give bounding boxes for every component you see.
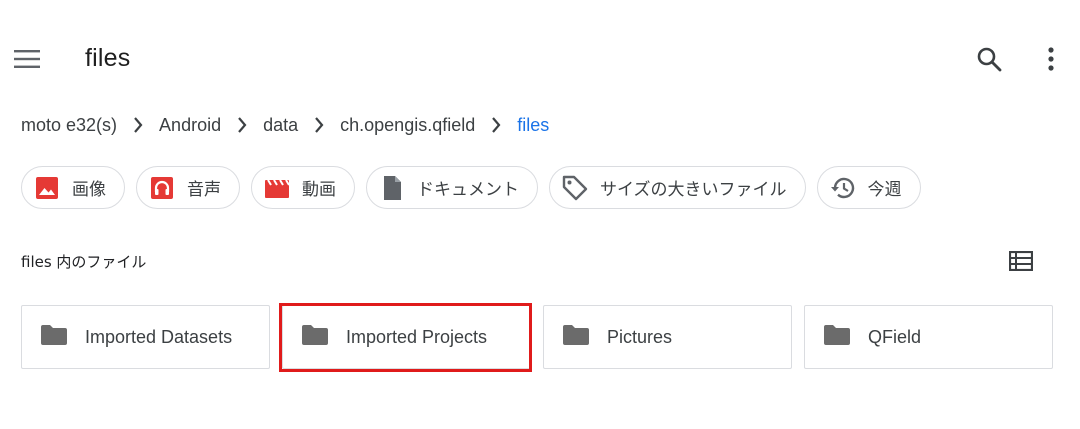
- tag-icon: [562, 175, 588, 201]
- breadcrumb-item-android[interactable]: Android: [159, 115, 221, 136]
- folder-icon: [823, 324, 851, 350]
- chip-this-week[interactable]: 今週: [816, 166, 921, 209]
- folder-pictures[interactable]: Pictures: [543, 305, 792, 369]
- breadcrumb-item-device[interactable]: moto e32(s): [21, 115, 117, 136]
- folder-label: Imported Datasets: [85, 326, 233, 347]
- breadcrumb-item-data[interactable]: data: [263, 115, 298, 136]
- breadcrumb-item-files[interactable]: files: [517, 115, 549, 136]
- folder-label: QField: [868, 326, 922, 347]
- folder-imported-projects[interactable]: Imported Projects: [282, 305, 531, 369]
- hamburger-menu-icon[interactable]: [10, 42, 44, 76]
- list-view-icon[interactable]: [1004, 244, 1038, 278]
- image-icon: [34, 175, 60, 201]
- search-icon[interactable]: [972, 42, 1006, 76]
- movie-icon: [264, 175, 290, 201]
- chip-audio[interactable]: 音声: [136, 166, 240, 209]
- chevron-right-icon: [117, 110, 159, 140]
- top-app-bar: files: [0, 30, 1080, 90]
- page-title: files: [85, 44, 131, 72]
- section-title: files 内のファイル: [21, 253, 147, 271]
- filter-chips: 画像 音声 動画 ドキュメント サイズの大きいファイル 今週: [21, 166, 921, 210]
- document-icon: [379, 175, 405, 201]
- chip-label: 動画: [302, 180, 336, 200]
- chip-documents[interactable]: ドキュメント: [366, 166, 538, 209]
- chip-label: 画像: [72, 180, 106, 200]
- folder-label: Pictures: [607, 326, 673, 347]
- chevron-right-icon: [221, 110, 263, 140]
- folder-qfield[interactable]: QField: [804, 305, 1053, 369]
- history-icon: [830, 175, 856, 201]
- chip-videos[interactable]: 動画: [251, 166, 355, 209]
- breadcrumb-item-qfield-package[interactable]: ch.opengis.qfield: [340, 115, 475, 136]
- chevron-right-icon: [475, 110, 517, 140]
- chip-images[interactable]: 画像: [21, 166, 125, 209]
- chip-label: 今週: [867, 180, 902, 200]
- chip-label: サイズの大きいファイル: [600, 180, 787, 200]
- folder-grid: Imported Datasets Imported Projects Pict…: [21, 305, 1053, 369]
- folder-icon: [562, 324, 590, 350]
- more-vert-icon[interactable]: [1034, 42, 1068, 76]
- chip-label: 音声: [187, 180, 221, 200]
- folder-imported-datasets[interactable]: Imported Datasets: [21, 305, 270, 369]
- breadcrumb: moto e32(s) Android data ch.opengis.qfie…: [21, 110, 549, 140]
- headphones-icon: [149, 175, 175, 201]
- folder-icon: [301, 324, 329, 350]
- chip-large-files[interactable]: サイズの大きいファイル: [549, 166, 806, 209]
- chevron-right-icon: [298, 110, 340, 140]
- folder-label: Imported Projects: [346, 326, 488, 347]
- folder-icon: [40, 324, 68, 350]
- files-app-screen: files moto e32(s) Android data ch.opengi…: [0, 0, 1080, 429]
- chip-label: ドキュメント: [417, 180, 519, 200]
